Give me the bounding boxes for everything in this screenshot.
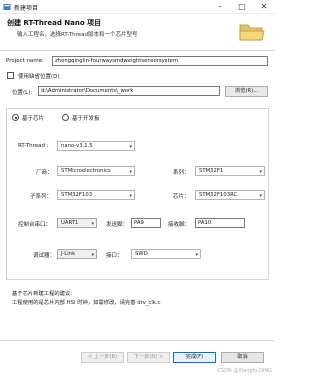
subseries-label: 子系列： (30, 194, 53, 200)
page-description: 输入工程名，选择RT-Thread版本和一个芯片型号 (17, 32, 138, 38)
rtthread-version-select[interactable]: nano-v3.1.5 ▾ (57, 141, 135, 151)
vendor-value: STMicroelectronics (61, 168, 111, 174)
radio-chip-label: 基于芯片 (22, 116, 45, 122)
minimize-icon[interactable]: – (209, 0, 231, 14)
info-text: 工程使用的是芯片内部 HSI 时钟，如需修改，请完善 drv_clk.c (12, 300, 161, 306)
use-default-location-label: 使用缺省位置(D) (18, 74, 60, 80)
chevron-down-icon: ▾ (259, 193, 262, 199)
location-input[interactable]: d:\Administrator\Documents\_work (38, 86, 220, 96)
debugger-select[interactable]: J-Link ▾ (57, 249, 97, 259)
rx-pin-label: 接收脚： (168, 222, 191, 228)
console-port-select[interactable]: UART1 ▾ (57, 218, 97, 228)
radio-chip-dot[interactable] (12, 114, 19, 121)
header-divider (0, 50, 275, 51)
interface-label: 接口： (106, 253, 123, 259)
finish-button[interactable]: 完成(F) (173, 352, 216, 363)
next-button[interactable]: 下一步(N) > (127, 352, 170, 363)
close-icon[interactable]: ✕ (253, 0, 275, 14)
console-label: 控制台串口： (18, 222, 52, 228)
chevron-down-icon: ▾ (129, 144, 132, 150)
debugger-value: J-Link (61, 251, 76, 257)
vendor-select[interactable]: STMicroelectronics ▾ (57, 166, 135, 176)
chip-value: STM32F103RC (199, 192, 238, 198)
subseries-select[interactable]: STM32F103 ▾ (57, 190, 135, 200)
radio-board-label: 基于开发板 (72, 116, 100, 122)
watermark: CSDN @Xiangfu DING (217, 368, 272, 374)
chevron-down-icon: ▾ (195, 252, 198, 258)
app-icon (3, 4, 11, 10)
chevron-down-icon: ▾ (129, 193, 132, 199)
series-label: 系列： (173, 170, 190, 176)
console-port-value: UART1 (61, 220, 79, 226)
project-name-label: Project name: (6, 58, 45, 64)
folder-icon (239, 24, 265, 41)
tx-pin-input[interactable]: PA9 (131, 218, 161, 228)
series-select[interactable]: STM32F1 ▾ (195, 166, 265, 176)
browse-button[interactable]: 浏览(R)... (225, 86, 268, 97)
use-default-location-checkbox[interactable] (7, 72, 14, 79)
chevron-down-icon: ▾ (91, 252, 94, 258)
chevron-down-icon: ▾ (91, 221, 94, 227)
series-value: STM32F1 (199, 168, 224, 174)
chip-label: 芯片： (173, 194, 190, 200)
chip-select[interactable]: STM32F103RC ▾ (195, 190, 265, 200)
back-button[interactable]: < 上一步(B) (81, 352, 124, 363)
page-title: 创建 RT-Thread Nano 项目 (7, 19, 102, 27)
chevron-down-icon: ▾ (129, 169, 132, 175)
maximize-icon[interactable]: □ (231, 0, 253, 14)
interface-value: SWD (135, 251, 148, 257)
debugger-label: 调试器： (33, 253, 56, 259)
rtthread-label: RT-Thread : (18, 143, 49, 149)
subseries-value: STM32F103 (61, 192, 93, 198)
radio-board[interactable]: 基于开发板 (62, 114, 122, 122)
info-heading: 基于芯片新建工程的建议： (12, 291, 76, 297)
rtthread-version-value: nano-v3.1.5 (61, 143, 93, 149)
vendor-label: 厂商： (36, 170, 53, 176)
radio-board-dot[interactable] (62, 114, 69, 121)
window-title: 新建项目 (14, 5, 39, 12)
footer-divider (0, 340, 275, 341)
tx-pin-label: 发送脚： (106, 222, 129, 228)
location-label: 位置(L): (12, 90, 33, 96)
rx-pin-input[interactable]: PA10 (195, 218, 245, 228)
chevron-down-icon: ▾ (259, 169, 262, 175)
project-name-input[interactable]: zhongqinglin-fourwaysmdweightsensorsyste… (52, 56, 268, 66)
radio-chip[interactable]: 基于芯片 (12, 114, 62, 122)
cancel-button[interactable]: 取消 (221, 352, 264, 363)
interface-select[interactable]: SWD ▾ (131, 249, 201, 259)
